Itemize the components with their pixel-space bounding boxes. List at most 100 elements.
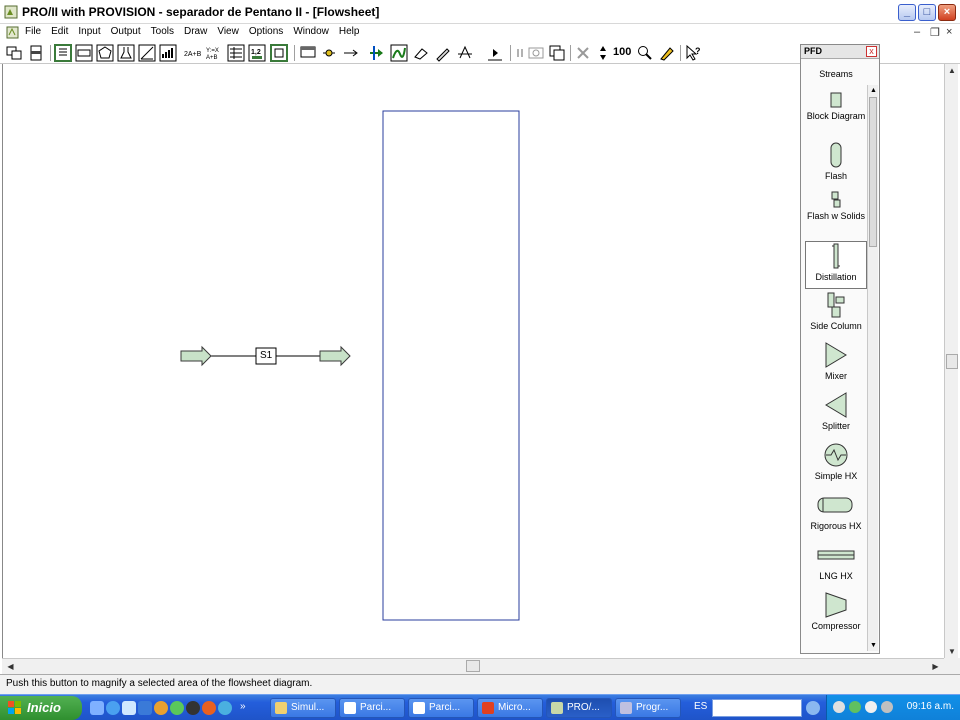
- svg-text:?: ?: [695, 46, 701, 56]
- menu-options[interactable]: Options: [249, 26, 283, 37]
- new-window-icon[interactable]: [5, 44, 23, 62]
- task-button-micro[interactable]: Micro...: [477, 698, 543, 718]
- quick-launch-icon[interactable]: [170, 701, 184, 715]
- scroll-left-icon[interactable]: ◀: [4, 660, 17, 673]
- minimize-button[interactable]: _: [898, 4, 916, 21]
- task-button-parci-1[interactable]: Parci...: [339, 698, 405, 718]
- units-icon[interactable]: [75, 44, 93, 62]
- palette-item-compressor[interactable]: Compressor: [805, 591, 867, 639]
- media-player-icon[interactable]: [154, 701, 168, 715]
- menu-help[interactable]: Help: [339, 26, 360, 37]
- palette-item-streams[interactable]: Streams: [805, 67, 867, 87]
- reaction-data-icon[interactable]: 2A+B: [183, 44, 201, 62]
- palette-item-block-diagram[interactable]: Block Diagram: [805, 91, 867, 139]
- palette-item-distillation[interactable]: Distillation: [805, 241, 867, 289]
- child-minimize-button[interactable]: –: [914, 26, 920, 38]
- volume-icon[interactable]: [881, 701, 893, 713]
- quick-launch-icon[interactable]: [186, 701, 200, 715]
- quick-launch-icon[interactable]: [122, 701, 136, 715]
- add-stream-icon[interactable]: [368, 44, 386, 62]
- palette-item-lng-hx[interactable]: LNG HX: [805, 541, 867, 589]
- search-icon[interactable]: [806, 701, 820, 715]
- pfd-close-icon[interactable]: x: [866, 46, 877, 57]
- palette-item-rigorous-hx[interactable]: Rigorous HX: [805, 491, 867, 539]
- rotate-icon[interactable]: [456, 44, 474, 62]
- play-icon[interactable]: [486, 44, 504, 62]
- palette-item-mixer[interactable]: Mixer: [805, 341, 867, 389]
- scroll-down-icon[interactable]: ▼: [946, 645, 958, 658]
- scroll-up-icon[interactable]: ▲: [946, 64, 958, 77]
- horizontal-scrollbar[interactable]: ◀ ▶: [2, 658, 944, 674]
- pencil-edit-icon[interactable]: [434, 44, 452, 62]
- task-button-simul[interactable]: Simul...: [270, 698, 336, 718]
- tray-icon[interactable]: [833, 701, 845, 713]
- horizontal-scroll-thumb[interactable]: [466, 660, 480, 672]
- reaction-procedure-icon[interactable]: Y:=XA+B: [205, 44, 223, 62]
- eraser-icon[interactable]: [412, 44, 430, 62]
- magnify-icon[interactable]: [636, 44, 654, 62]
- palette-item-simple-hx[interactable]: Simple HX: [805, 441, 867, 489]
- menu-draw[interactable]: Draw: [184, 26, 207, 37]
- child-restore-button[interactable]: ❐: [930, 26, 940, 39]
- menu-edit[interactable]: Edit: [51, 26, 68, 37]
- menu-tools[interactable]: Tools: [151, 26, 174, 37]
- palette-item-flash[interactable]: Flash: [805, 141, 867, 189]
- quick-launch-icon[interactable]: [138, 701, 152, 715]
- maximize-button[interactable]: □: [918, 4, 936, 21]
- firefox-icon[interactable]: [202, 701, 216, 715]
- scroll-down-icon[interactable]: ▼: [868, 640, 879, 651]
- scroll-right-icon[interactable]: ▶: [929, 660, 942, 673]
- palette-item-splitter[interactable]: Splitter: [805, 391, 867, 439]
- stream-arrow-icon[interactable]: [342, 44, 360, 62]
- menu-output[interactable]: Output: [111, 26, 141, 37]
- sequence-icon[interactable]: [270, 44, 288, 62]
- component-properties-icon[interactable]: [138, 44, 156, 62]
- help-pointer-icon[interactable]: ?: [684, 44, 702, 62]
- child-close-button[interactable]: ×: [946, 26, 952, 38]
- internet-explorer-icon[interactable]: [106, 701, 120, 715]
- zoom-100-button[interactable]: 100: [613, 46, 631, 64]
- task-button-pro-ii[interactable]: PRO/...: [546, 698, 612, 718]
- pfd-palette-header[interactable]: PFD x: [801, 45, 879, 59]
- clock[interactable]: 09:16 a.m.: [907, 701, 954, 712]
- tray-icon[interactable]: [865, 701, 877, 713]
- show-desktop-icon[interactable]: [90, 701, 104, 715]
- run-icon[interactable]: 1,2: [248, 44, 266, 62]
- language-indicator[interactable]: ES: [694, 701, 707, 712]
- vertical-scrollbar[interactable]: ▲ ▼: [944, 64, 958, 658]
- palette-item-flash-solids[interactable]: Flash w Solids: [805, 191, 867, 239]
- task-button-parci-2[interactable]: Parci...: [408, 698, 474, 718]
- display-icon[interactable]: [299, 44, 317, 62]
- menu-window[interactable]: Window: [293, 26, 329, 37]
- menu-file[interactable]: File: [25, 26, 41, 37]
- thermo-icon[interactable]: [117, 44, 135, 62]
- quick-launch-icon[interactable]: [218, 701, 232, 715]
- start-button[interactable]: Inicio: [0, 696, 82, 720]
- pfd-scroll-thumb[interactable]: [869, 97, 877, 247]
- taskbar-search-input[interactable]: [712, 699, 802, 717]
- menu-view[interactable]: View: [217, 26, 239, 37]
- input-data-icon[interactable]: [54, 44, 72, 62]
- pfd-scrollbar[interactable]: ▲ ▼: [867, 85, 878, 651]
- print-icon[interactable]: [27, 44, 45, 62]
- menu-input[interactable]: Input: [78, 26, 100, 37]
- close-button[interactable]: ×: [938, 4, 956, 21]
- tray-icon[interactable]: [849, 701, 861, 713]
- document-icon[interactable]: [6, 26, 19, 39]
- plot-icon[interactable]: [159, 44, 177, 62]
- stream-data-icon[interactable]: [227, 44, 245, 62]
- step-icon[interactable]: [527, 44, 545, 62]
- expand-quick-launch-icon[interactable]: »: [240, 701, 246, 712]
- curve-icon[interactable]: [390, 44, 408, 62]
- vertical-scroll-thumb[interactable]: [946, 354, 958, 369]
- delete-icon[interactable]: [574, 44, 592, 62]
- scroll-up-icon[interactable]: ▲: [868, 85, 879, 96]
- task-button-progr[interactable]: Progr...: [615, 698, 681, 718]
- components-icon[interactable]: [96, 44, 114, 62]
- connect-icon[interactable]: [320, 44, 338, 62]
- highlight-pen-icon[interactable]: [658, 44, 676, 62]
- palette-item-side-column[interactable]: Side Column: [805, 291, 867, 339]
- stream-label[interactable]: S1: [260, 350, 272, 361]
- zoom-spinner-icon[interactable]: [594, 44, 612, 62]
- copy-icon[interactable]: [548, 44, 566, 62]
